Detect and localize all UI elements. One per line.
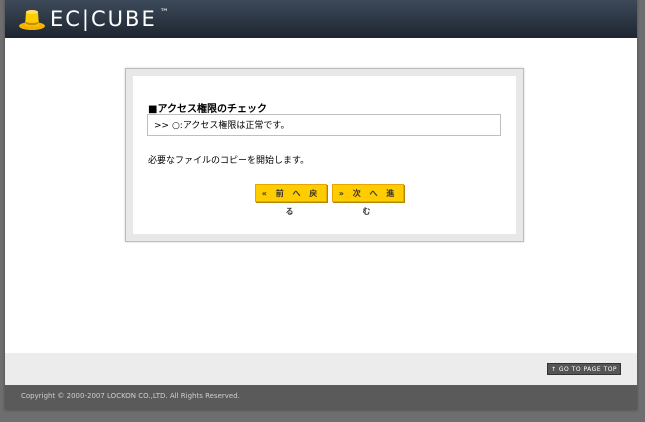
- footer-bar: ↑ GO TO PAGE TOP: [5, 353, 637, 385]
- installer-window: EC|CUBE ™ ■アクセス権限のチェック >> ○:アクセス権限は正常です。…: [5, 0, 637, 410]
- check-panel: ■アクセス権限のチェック >> ○:アクセス権限は正常です。 必要なファイルのコ…: [125, 68, 524, 242]
- trademark-mark: ™: [159, 8, 169, 18]
- section-title: ■アクセス権限のチェック: [148, 104, 267, 115]
- ec-cube-logo: EC|CUBE ™: [18, 6, 169, 32]
- back-button[interactable]: « 前 へ 戻 る: [255, 184, 327, 216]
- check-panel-content: ■アクセス権限のチェック >> ○:アクセス権限は正常です。 必要なファイルのコ…: [133, 76, 516, 234]
- permission-result-box: >> ○:アクセス権限は正常です。: [147, 114, 501, 136]
- copy-start-message: 必要なファイルのコピーを開始します。: [148, 156, 310, 166]
- header-bar: EC|CUBE ™: [5, 0, 637, 38]
- go-to-page-top-button[interactable]: ↑ GO TO PAGE TOP: [547, 363, 621, 375]
- logo-text: EC|CUBE: [50, 7, 157, 31]
- copyright-text: Copyright © 2000-2007 LOCKON CO.,LTD. Al…: [21, 392, 240, 400]
- next-button[interactable]: » 次 へ 進 む: [332, 184, 404, 216]
- copyright-bar: Copyright © 2000-2007 LOCKON CO.,LTD. Al…: [5, 385, 637, 410]
- hat-logo-icon: [19, 10, 45, 30]
